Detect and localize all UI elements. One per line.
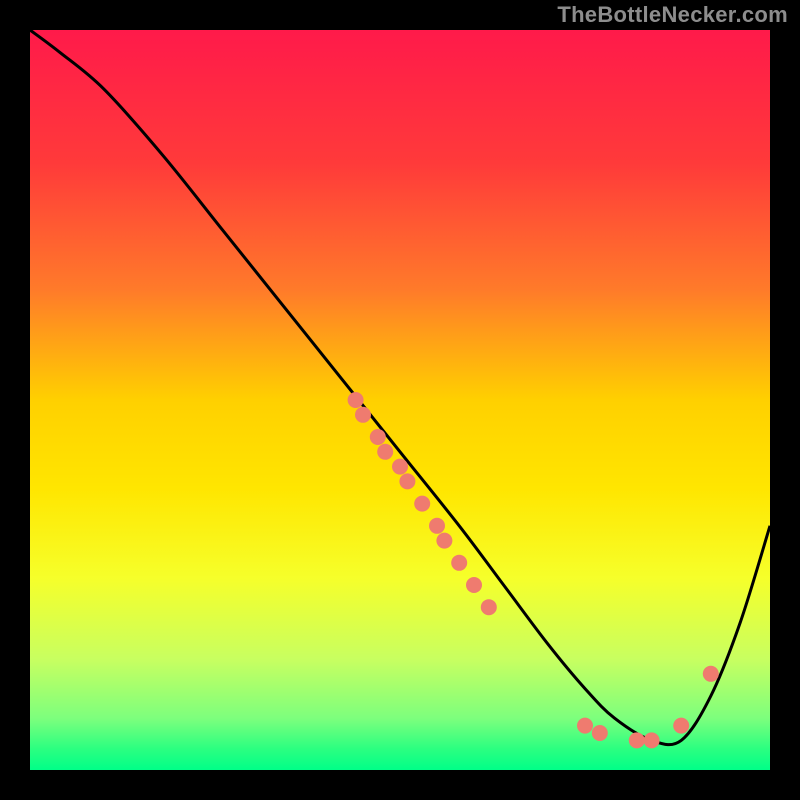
data-point: [399, 473, 415, 489]
plot-area: [30, 30, 770, 770]
data-point: [592, 725, 608, 741]
data-point: [377, 444, 393, 460]
data-point: [481, 599, 497, 615]
chart-svg: [30, 30, 770, 770]
data-point: [414, 496, 430, 512]
data-point: [629, 732, 645, 748]
data-point: [466, 577, 482, 593]
data-point: [644, 732, 660, 748]
gradient-background: [30, 30, 770, 770]
data-point: [703, 666, 719, 682]
watermark-text: TheBottleNecker.com: [557, 2, 788, 28]
chart-stage: TheBottleNecker.com: [0, 0, 800, 800]
data-point: [673, 718, 689, 734]
data-point: [370, 429, 386, 445]
data-point: [429, 518, 445, 534]
data-point: [355, 407, 371, 423]
data-point: [392, 459, 408, 475]
data-point: [577, 718, 593, 734]
data-point: [451, 555, 467, 571]
data-point: [436, 533, 452, 549]
data-point: [348, 392, 364, 408]
